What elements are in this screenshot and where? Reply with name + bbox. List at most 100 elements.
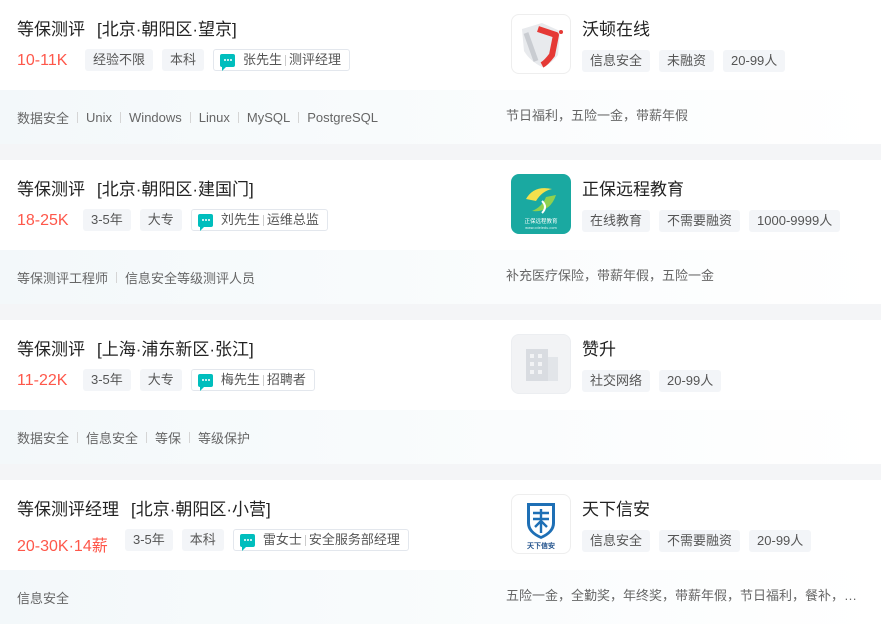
building-placeholder-icon (526, 349, 558, 381)
experience-tag: 经验不限 (85, 49, 154, 71)
divider (262, 214, 264, 226)
skill-tags: 信息安全 (17, 588, 69, 607)
divider (298, 112, 300, 123)
company-tags: 信息安全 未融资 20-99人 (582, 50, 786, 72)
chat-icon (197, 213, 213, 231)
recruiter-chat-button[interactable]: 梅先生 招聘者 (190, 369, 315, 391)
recruiter-title: 安全服务部经理 (308, 532, 400, 547)
company-name[interactable]: 赞升 (582, 335, 616, 360)
divider (262, 374, 264, 386)
industry-tag: 社交网络 (582, 370, 651, 392)
divider (189, 112, 191, 123)
company-tags: 在线教育 不需要融资 1000-9999人 (582, 210, 841, 232)
recruiter-title: 运维总监 (266, 212, 319, 227)
skill-tag: 数据安全 (17, 431, 70, 446)
recruiter-chat-button[interactable]: 刘先生 运维总监 (190, 209, 328, 231)
salary: 18-25K (17, 212, 69, 229)
skill-tag: 等级保护 (198, 431, 251, 446)
industry-tag: 信息安全 (582, 530, 651, 552)
size-tag: 1000-9999人 (749, 210, 841, 232)
company-logo[interactable] (511, 334, 571, 394)
skill-tags: 数据安全 信息安全 等保 等级保护 (17, 428, 250, 447)
skill-tag: 数据安全 (17, 111, 70, 126)
job-card[interactable]: 等保测评 [北京·朝阳区·建国门] 18-25K 3-5年 大专 刘先生 运维总监… (0, 160, 881, 304)
job-area: [北京·朝阳区·建国门] (97, 180, 254, 199)
skill-tag: PostgreSQL (307, 110, 379, 125)
divider (116, 272, 118, 283)
funding-tag: 未融资 (659, 50, 715, 72)
company-name[interactable]: 沃顿在线 (582, 15, 650, 40)
experience-tag: 3-5年 (125, 529, 173, 551)
education-tag: 大专 (139, 209, 182, 231)
job-title-row[interactable]: 等保测评 [北京·朝阳区·建国门] (17, 175, 254, 200)
welfare-text: 五险一金，全勤奖，年终奖，带薪年假，节日福利，餐补，… (506, 588, 858, 603)
svg-text:正保远程教育: 正保远程教育 (524, 217, 558, 225)
job-title-row[interactable]: 等保测评经理 [北京·朝阳区·小营] (17, 495, 271, 520)
job-card[interactable]: 等保测评 [上海·浦东新区·张江] 11-22K 3-5年 大专 梅先生 招聘者 … (0, 320, 881, 464)
job-card[interactable]: 等保测评经理 [北京·朝阳区·小营] 20-30K·14薪 3-5年 本科 雷女士… (0, 480, 881, 624)
job-title-row[interactable]: 等保测评 [北京·朝阳区·望京] (17, 15, 237, 40)
company-name[interactable]: 正保远程教育 (582, 175, 684, 200)
recruiter-chat-button[interactable]: 雷女士 安全服务部经理 (232, 529, 409, 551)
divider (237, 112, 239, 123)
company-logo[interactable]: 正保远程教育 www.cdeledu.com (511, 174, 571, 234)
divider (189, 432, 191, 443)
job-title[interactable]: 等保测评 (17, 340, 85, 359)
salary: 10-11K (17, 52, 68, 69)
chat-icon (220, 53, 236, 71)
size-tag: 20-99人 (749, 530, 812, 552)
svg-text:天下信安: 天下信安 (527, 541, 555, 550)
company-logo[interactable] (511, 14, 571, 74)
funding-tag: 不需要融资 (659, 210, 741, 232)
job-area: [北京·朝阳区·望京] (97, 20, 237, 39)
cdeledu-logo-icon: 正保远程教育 www.cdeledu.com (524, 188, 558, 230)
job-title[interactable]: 等保测评经理 (17, 500, 119, 519)
recruiter-title: 测评经理 (289, 52, 342, 67)
recruiter-name: 雷女士 (262, 532, 302, 547)
experience-tag: 3-5年 (83, 209, 131, 231)
txxa-shield-logo-icon: 天下信安 (527, 503, 555, 550)
job-tags: 3-5年 大专 刘先生 运维总监 (83, 209, 328, 231)
divider (304, 534, 306, 546)
recruiter-chat-button[interactable]: 张先生 测评经理 (213, 49, 351, 71)
chat-icon (197, 373, 213, 391)
education-tag: 本科 (162, 49, 205, 71)
recruiter-title: 招聘者 (266, 372, 306, 387)
job-title[interactable]: 等保测评 (17, 20, 85, 39)
job-tags: 3-5年 本科 雷女士 安全服务部经理 (125, 529, 409, 551)
recruiter-name: 张先生 (243, 52, 283, 67)
job-area: [北京·朝阳区·小营] (131, 500, 271, 519)
size-tag: 20-99人 (723, 50, 786, 72)
industry-tag: 信息安全 (582, 50, 651, 72)
skill-tag: 信息安全 (86, 431, 139, 446)
skill-tags: 数据安全 Unix Windows Linux MySQL PostgreSQL (17, 108, 378, 127)
job-card[interactable]: 等保测评 [北京·朝阳区·望京] 10-11K 经验不限 本科 张先生 测评经理 … (0, 0, 881, 144)
funding-tag: 不需要融资 (659, 530, 741, 552)
skill-tags: 等保测评工程师 信息安全等级测评人员 (17, 268, 255, 287)
job-title[interactable]: 等保测评 (17, 180, 85, 199)
skill-tag: Unix (86, 110, 113, 125)
skill-tag: 等保 (155, 431, 182, 446)
job-area: [上海·浦东新区·张江] (97, 340, 254, 359)
job-title-row[interactable]: 等保测评 [上海·浦东新区·张江] (17, 335, 254, 360)
experience-tag: 3-5年 (83, 369, 131, 391)
education-tag: 大专 (139, 369, 182, 391)
job-tags: 3-5年 大专 梅先生 招聘者 (83, 369, 315, 391)
company-logo[interactable]: 天下信安 (511, 494, 571, 554)
divider (285, 54, 287, 66)
company-name[interactable]: 天下信安 (582, 495, 650, 520)
size-tag: 20-99人 (659, 370, 722, 392)
recruiter-name: 刘先生 (220, 212, 260, 227)
woton-shield-logo-icon (522, 23, 563, 68)
education-tag: 本科 (181, 529, 224, 551)
svg-text:www.cdeledu.com: www.cdeledu.com (525, 226, 557, 230)
divider (146, 432, 148, 443)
salary: 11-22K (17, 372, 68, 389)
skill-tag: 信息安全 (17, 591, 70, 606)
divider (77, 112, 79, 123)
industry-tag: 在线教育 (582, 210, 651, 232)
skill-tag: MySQL (246, 110, 291, 125)
company-tags: 信息安全 不需要融资 20-99人 (582, 530, 812, 552)
skill-tag: 等保测评工程师 (17, 271, 109, 286)
welfare-text: 补充医疗保险，带薪年假，五险一金 (506, 268, 715, 283)
